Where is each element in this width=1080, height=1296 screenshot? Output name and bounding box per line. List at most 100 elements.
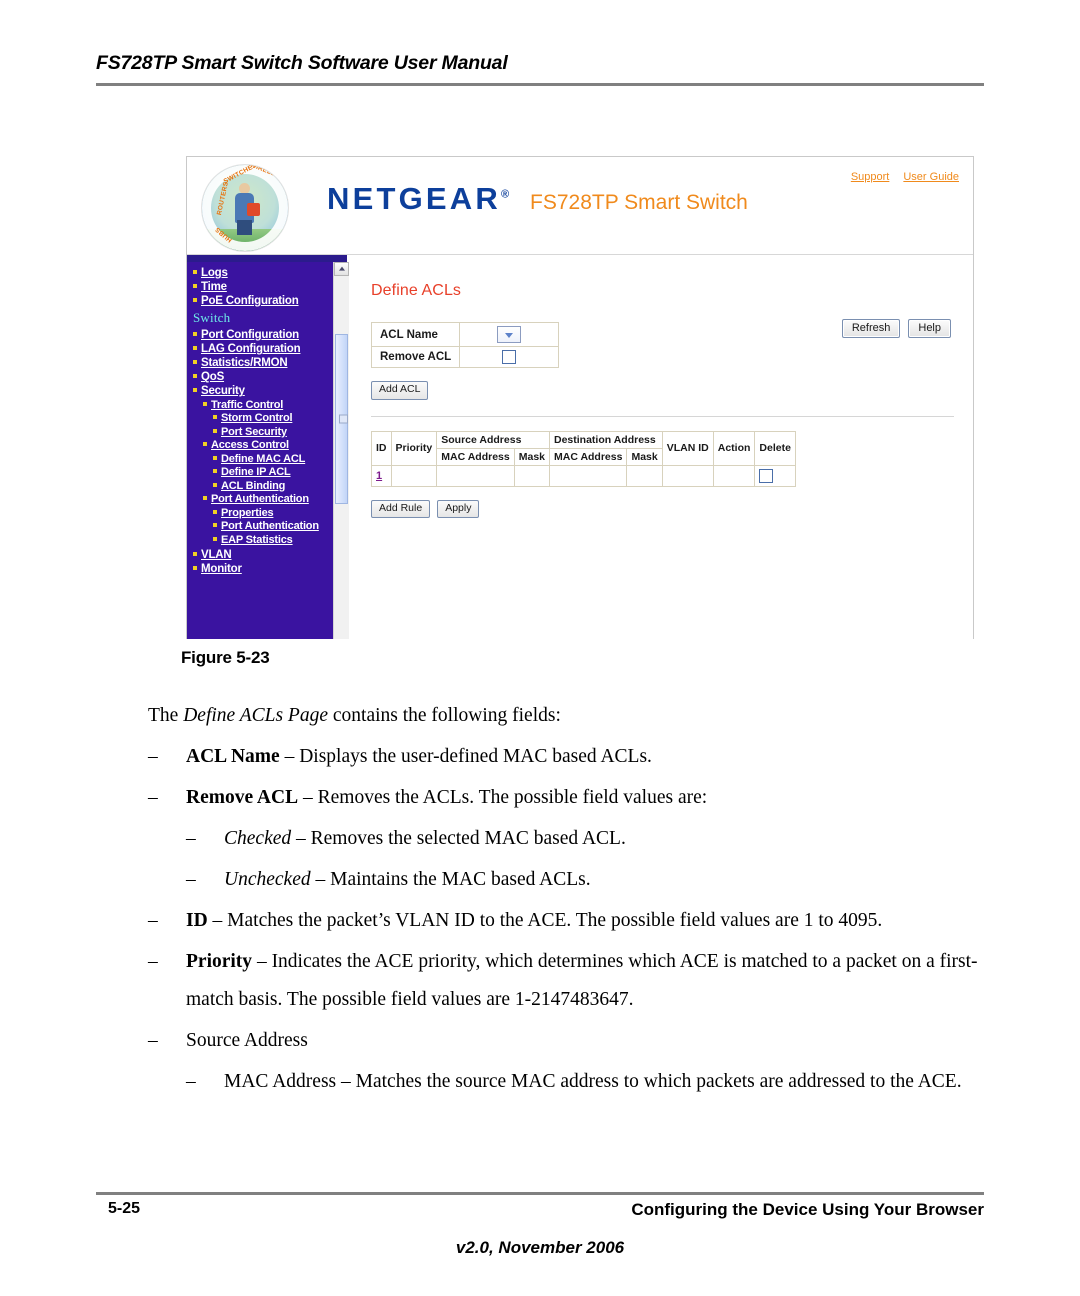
sidebar-item-qos[interactable]: QoS [187,370,333,384]
bullet-dash: – [186,869,196,891]
add-acl-button[interactable]: Add ACL [371,381,429,400]
header-divider [96,83,984,86]
footer-page-number: 5-25 [108,1200,141,1217]
sidebar-item-properties[interactable]: Properties [187,507,333,521]
sidebar-item-monitor[interactable]: Monitor [187,562,333,576]
sidebar-item-storm-control[interactable]: Storm Control [187,412,333,426]
col-source-mask: Mask [513,447,551,466]
sidebar-item-label: Define MAC ACL [221,452,306,465]
col-priority: Priority [390,430,438,466]
bullet-separator: – [279,746,300,768]
bullet-icon [193,565,197,570]
bullet-item: – Checked – Removes the selected MAC base… [148,820,988,858]
bullet-separator: – [252,951,272,973]
bullet-term: ID [186,910,208,932]
sidebar-item-port-security[interactable]: Port Security [187,426,333,440]
sidebar-item-label: Statistics/RMON [201,357,288,370]
bullet-icon [193,346,197,351]
bullet-dash: – [148,787,158,809]
bullet-text: Matches the source MAC address to which … [355,1071,962,1093]
sidebar-item-port-authentication[interactable]: Port Authentication [187,520,333,534]
sidebar-item-access-control[interactable]: Access Control [187,439,333,453]
sidebar-item-statistics-rmon[interactable]: Statistics/RMON [187,356,333,370]
sidebar-item-label: Monitor [201,562,242,575]
bullet-separator: – [207,910,228,932]
cell-delete [754,464,796,487]
figure-caption: Figure 5-23 [181,648,270,667]
sidebar-item-acl-binding[interactable]: ACL Binding [187,480,333,494]
field-bullet-list: – ACL Name – Displays the user-defined MA… [148,738,988,1101]
bullet-dash: – [186,1071,196,1093]
bullet-dash: – [148,1030,158,1052]
sidebar-item-label: PoE Configuration [201,295,299,308]
remove-acl-row: Remove ACL [370,346,560,368]
support-link[interactable]: Support [851,171,890,183]
col-source-address: Source Address [436,430,550,449]
remove-acl-checkbox[interactable] [502,350,517,364]
sidebar-item-label: Storm Control [221,412,293,425]
bullet-text: Displays the user-defined MAC based ACLs… [299,746,652,768]
refresh-button[interactable]: Refresh [841,319,901,339]
page-header-title: FS728TP Smart Switch Software User Manua… [96,52,508,74]
intro-post: contains the following fields: [328,705,561,726]
sidebar-item-eap-statistics[interactable]: EAP Statistics [187,534,333,548]
cell-source-mask [513,464,551,487]
sidebar-item-label: Time [201,281,227,294]
cell-priority [390,464,438,487]
col-destination-address: Destination Address [549,430,663,449]
bullet-icon [213,509,217,514]
acl-name-row: ACL Name [370,322,560,347]
sidebar-item-port-configuration[interactable]: Port Configuration [187,328,333,342]
sidebar-item-security[interactable]: Security [187,384,333,398]
add-acl-row: Add ACL [371,379,973,400]
bullet-text: Matches the packet’s VLAN ID to the ACE.… [227,910,883,932]
cell-dest-mac [548,464,628,487]
page-header: FS728TP Smart Switch Software User Manua… [96,52,984,86]
bullet-item: – Source Address [148,1022,988,1060]
bullet-term: Unchecked [224,869,311,891]
user-guide-link[interactable]: User Guide [903,171,959,183]
bullet-icon [193,374,197,379]
bullet-separator: – [298,787,318,809]
bullet-dash: – [148,910,158,932]
bullet-icon [213,523,217,528]
cell-source-mac [436,464,515,487]
sidebar-item-vlan[interactable]: VLAN [187,548,333,562]
bullet-text: Removes the selected MAC based ACL. [310,828,626,850]
sidebar-item-define-mac-acl[interactable]: Define MAC ACL [187,453,333,467]
sidebar-item-label: Access Control [211,439,289,452]
bullet-icon [213,455,217,460]
help-button[interactable]: Help [908,319,951,339]
sidebar-item-lag-configuration[interactable]: LAG Configuration [187,342,333,356]
bullet-icon [193,284,197,289]
sidebar-item-label: Port Security [221,425,287,438]
cell-action [712,464,756,487]
col-delete: Delete [754,430,796,466]
bullet-icon [193,360,197,365]
bullet-icon [213,428,217,433]
acl-name-select[interactable] [497,326,522,343]
scrollbar-thumb[interactable] [335,334,348,504]
sidebar-item-label: Port Configuration [201,329,299,342]
scroll-up-button[interactable] [334,262,349,276]
sidebar-item-traffic-control[interactable]: Traffic Control [187,399,333,413]
sidebar-item-label: Port Authentication [211,493,309,506]
apply-button[interactable]: Apply [437,499,480,519]
bullet-icon [193,298,197,303]
sidebar-item-define-ip-acl[interactable]: Define IP ACL [187,466,333,480]
table-header-row-1: ID Priority Source Address Destination A… [371,430,796,466]
bullet-item: – MAC Address – Matches the source MAC ad… [148,1063,988,1101]
add-rule-button[interactable]: Add Rule [371,499,431,519]
bullet-dash: – [186,828,196,850]
sidebar-item-logs[interactable]: Logs [187,266,333,280]
remove-acl-field-cell [459,346,560,368]
top-button-row: Refresh Help [841,319,951,339]
col-action: Action [712,430,756,466]
sidebar-item-time[interactable]: Time [187,280,333,294]
row-id-link[interactable]: 1 [376,470,382,482]
sidebar-scrollbar[interactable] [333,262,349,639]
sidebar-item-poe-configuration[interactable]: PoE Configuration [187,294,333,308]
row-delete-checkbox[interactable] [759,468,774,483]
bullet-item: – Priority – Indicates the ACE priority, … [148,943,988,1019]
sidebar-item-port-authentication[interactable]: Port Authentication [187,493,333,507]
